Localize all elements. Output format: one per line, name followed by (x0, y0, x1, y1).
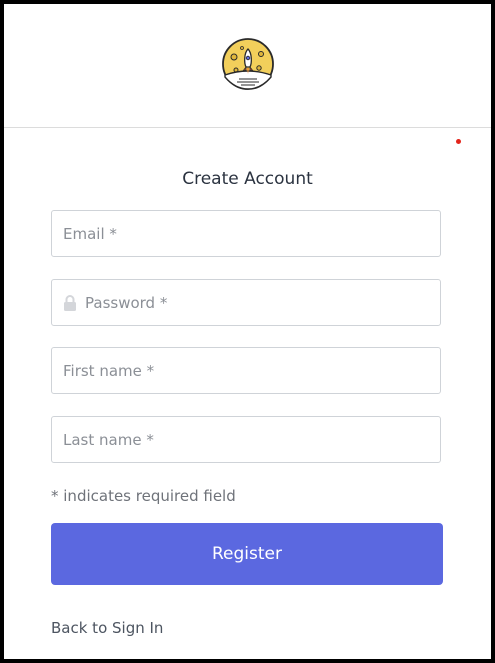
lock-icon (64, 294, 76, 311)
register-button[interactable]: Register (51, 523, 443, 585)
last-name-field[interactable]: Last name * (51, 416, 441, 463)
email-placeholder: Email * (63, 224, 117, 243)
required-field-hint: * indicates required field (51, 487, 236, 505)
signup-window: Create Account Email * Password * First … (0, 0, 495, 663)
page-title: Create Account (182, 169, 313, 189)
first-name-placeholder: First name * (63, 361, 155, 380)
password-placeholder: Password * (85, 293, 168, 312)
first-name-field[interactable]: First name * (51, 347, 441, 394)
email-field[interactable]: Email * (51, 210, 441, 257)
password-field[interactable]: Password * (51, 279, 441, 326)
rocket-moon-logo-icon (222, 38, 274, 90)
notification-dot (456, 139, 461, 144)
last-name-placeholder: Last name * (63, 430, 154, 449)
back-to-sign-in-link[interactable]: Back to Sign In (51, 619, 163, 637)
header (4, 4, 491, 128)
